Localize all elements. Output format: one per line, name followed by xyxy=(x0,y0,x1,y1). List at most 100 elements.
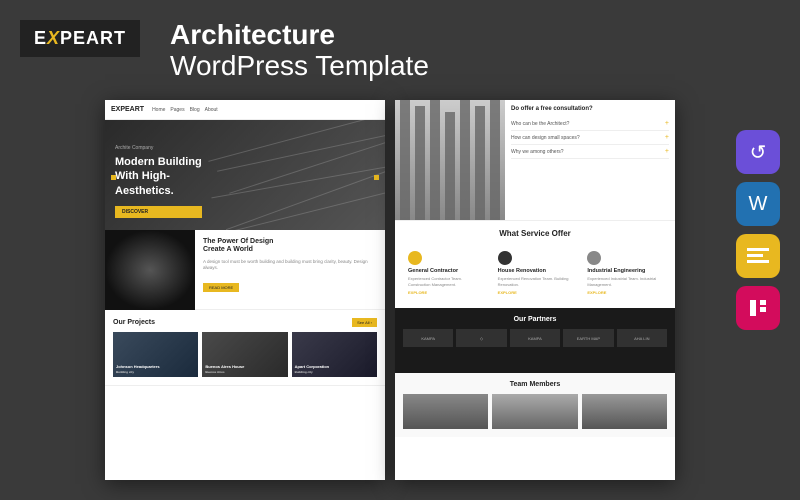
hero-content: Archite Company Modern BuildingWith High… xyxy=(115,145,202,218)
service-desc-3: Experienced Industrial Team. Industrial … xyxy=(587,276,662,287)
title-line1: Architecture xyxy=(170,20,429,51)
service-link-2[interactable]: EXPLORE xyxy=(498,290,573,295)
pillar-3 xyxy=(430,100,440,220)
team-grid xyxy=(403,394,667,429)
tunnel-visual xyxy=(105,230,195,310)
columns-visual xyxy=(395,100,505,220)
service-link-1[interactable]: EXPLORE xyxy=(408,290,483,295)
power-section: The Power Of DesignCreate A World A desi… xyxy=(105,230,385,310)
services-section: What Service Offer General Contractor Ex… xyxy=(395,220,675,308)
projects-section: Our Projects See All › Johnson Headquart… xyxy=(105,310,385,386)
service-name-2: House Renovation xyxy=(498,268,573,274)
power-image xyxy=(105,230,195,310)
projects-section-header: Our Projects See All › xyxy=(113,318,377,327)
hero-company-label: Archite Company xyxy=(115,145,202,151)
mini-logo-text: EXPEART xyxy=(111,106,144,113)
projects-see-all-button[interactable]: See All › xyxy=(352,318,377,327)
template-title-block: Architecture WordPress Template xyxy=(170,20,429,82)
partner-3: KAMPA xyxy=(510,329,560,347)
mini-hero-section: Archite Company Modern BuildingWith High… xyxy=(105,120,385,230)
recycle-plugin-icon[interactable]: ↺ xyxy=(736,130,780,174)
hero-dot-left xyxy=(111,175,116,180)
hero-heading: Modern BuildingWith High-Aesthetics. xyxy=(115,155,202,198)
project-name-2: Buenos Aires HouseBuenos Aires xyxy=(205,364,244,374)
consult-arrow-3: + xyxy=(665,148,669,155)
partner-1: KAMPA xyxy=(403,329,453,347)
service-desc-2: Experienced Renovation Team. Building Re… xyxy=(498,276,573,287)
pillar-4 xyxy=(445,112,455,220)
consultation-form: Do offer a free consultation? Who can be… xyxy=(505,100,675,220)
hero-discover-button[interactable]: DISCOVER xyxy=(115,206,202,218)
partners-grid: KAMPA ◇ KAMPA EARTH MAP AHA LIN xyxy=(403,329,667,347)
partner-2: ◇ xyxy=(456,329,506,347)
consultation-section: Do offer a free consultation? Who can be… xyxy=(395,100,675,220)
service-name-1: General Contractor xyxy=(408,268,483,274)
pillar-7 xyxy=(490,100,500,220)
power-read-more-button[interactable]: READ MORE xyxy=(203,283,239,292)
partners-title: Our Partners xyxy=(403,316,667,323)
projects-grid: Johnson HeadquartersBuilding city Buenos… xyxy=(113,332,377,377)
elementor-plugin-icon[interactable] xyxy=(736,286,780,330)
hero-geo-lines xyxy=(225,125,365,230)
mini-nav-home: Home xyxy=(152,107,165,113)
pillar-5 xyxy=(460,100,470,220)
power-description: A design tool must be worth building and… xyxy=(203,259,377,272)
logo-x: X xyxy=(47,28,60,48)
plugin-icons-panel: ↺ W xyxy=(736,130,780,330)
consultation-question-1: Who can be the Architect? xyxy=(511,121,569,127)
service-link-3[interactable]: EXPLORE xyxy=(587,290,662,295)
partners-section: Our Partners KAMPA ◇ KAMPA EARTH MAP AHA… xyxy=(395,308,675,373)
service-icon-1 xyxy=(408,251,422,265)
project-card-1[interactable]: Johnson HeadquartersBuilding city xyxy=(113,332,198,377)
consultation-item-2[interactable]: How can design small spaces? + xyxy=(511,131,669,145)
power-content: The Power Of DesignCreate A World A desi… xyxy=(195,230,385,309)
service-card-1: General Contractor Experienced Contracto… xyxy=(403,246,488,300)
service-icon-3 xyxy=(587,251,601,265)
header-area: EXPEART Architecture WordPress Template xyxy=(20,20,429,82)
consult-arrow-2: + xyxy=(665,134,669,141)
projects-section-title: Our Projects xyxy=(113,319,155,326)
partner-5: AHA LIN xyxy=(617,329,667,347)
consultation-question-3: Why we among others? xyxy=(511,149,564,155)
team-member-1 xyxy=(403,394,488,429)
consultation-image xyxy=(395,100,505,220)
logo-text: EXPEART xyxy=(34,28,126,49)
consultation-item-3[interactable]: Why we among others? + xyxy=(511,145,669,159)
consultation-item-1[interactable]: Who can be the Architect? + xyxy=(511,117,669,131)
brand-logo: EXPEART xyxy=(20,20,140,57)
wordpress-plugin-icon[interactable]: W xyxy=(736,182,780,226)
team-section: Team Members xyxy=(395,373,675,437)
left-template-preview: EXPEART Home Pages Blog About Archite Co… xyxy=(105,100,385,480)
right-template-preview: Do offer a free consultation? Who can be… xyxy=(395,100,675,480)
service-card-2: House Renovation Experienced Renovation … xyxy=(493,246,578,300)
title-line2: WordPress Template xyxy=(170,51,429,82)
service-desc-1: Experienced Contractor Team. Constructio… xyxy=(408,276,483,287)
pillar-1 xyxy=(400,100,410,220)
uf-plugin-icon[interactable] xyxy=(736,234,780,278)
project-card-3[interactable]: Apart CorporationBuilding city xyxy=(292,332,377,377)
hero-dot-right xyxy=(374,175,379,180)
mini-nav-about: About xyxy=(205,107,218,113)
services-grid: General Contractor Experienced Contracto… xyxy=(403,246,667,300)
project-card-2[interactable]: Buenos Aires HouseBuenos Aires xyxy=(202,332,287,377)
service-name-3: Industrial Engineering xyxy=(587,268,662,274)
power-title: The Power Of DesignCreate A World xyxy=(203,238,377,255)
mini-nav: EXPEART Home Pages Blog About xyxy=(105,100,385,120)
team-member-3 xyxy=(582,394,667,429)
pillar-6 xyxy=(475,106,485,220)
mini-nav-items: Home Pages Blog About xyxy=(152,107,218,113)
service-icon-2 xyxy=(498,251,512,265)
service-card-3: Industrial Engineering Experienced Indus… xyxy=(582,246,667,300)
team-section-title: Team Members xyxy=(403,381,667,388)
pillar-2 xyxy=(415,106,425,220)
project-name-1: Johnson HeadquartersBuilding city xyxy=(116,364,160,374)
consultation-title: Do offer a free consultation? xyxy=(511,106,669,112)
services-section-title: What Service Offer xyxy=(403,229,667,238)
project-name-3: Apart CorporationBuilding city xyxy=(295,364,329,374)
team-member-2 xyxy=(492,394,577,429)
consult-arrow-1: + xyxy=(665,120,669,127)
mini-nav-pages: Pages xyxy=(170,107,184,113)
partner-4: EARTH MAP xyxy=(563,329,613,347)
mini-nav-blog: Blog xyxy=(190,107,200,113)
consultation-question-2: How can design small spaces? xyxy=(511,135,580,141)
